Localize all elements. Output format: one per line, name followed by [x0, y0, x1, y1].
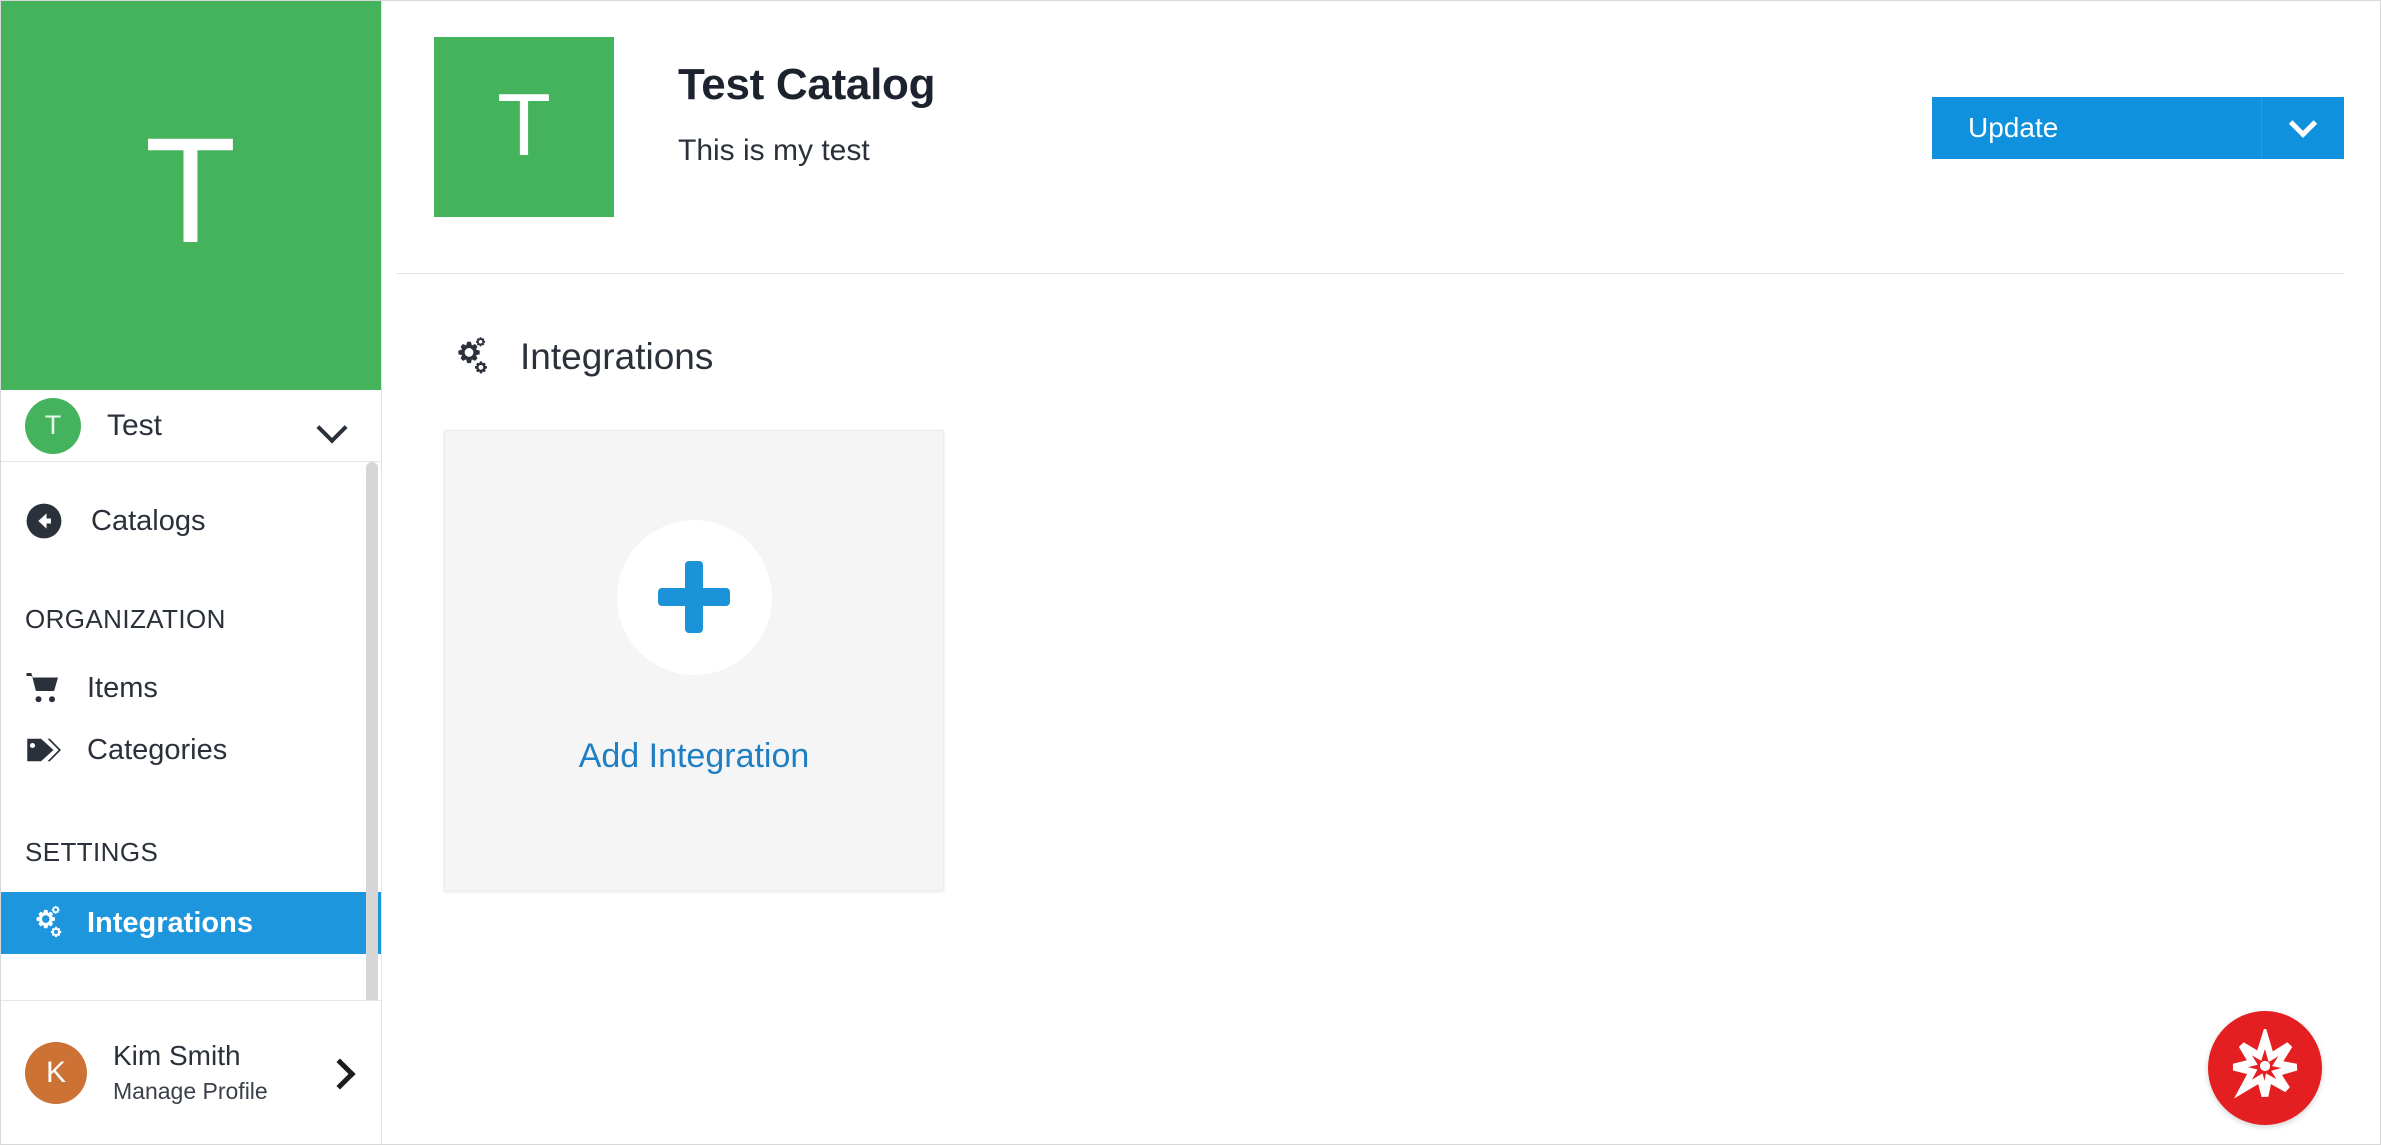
sidebar-item-catalogs[interactable]: Catalogs — [1, 490, 381, 552]
add-integration-card[interactable]: Add Integration — [444, 430, 944, 891]
sidebar-brand-block: T — [1, 1, 381, 390]
integrations-card-grid: Add Integration — [444, 430, 2328, 891]
update-button-label: Update — [1968, 112, 2059, 143]
section-title: Integrations — [520, 336, 714, 377]
sidebar-scrollbar-thumb[interactable] — [366, 462, 378, 1000]
sidebar-section-organization: ORGANIZATION — [25, 604, 226, 634]
sidebar-item-categories[interactable]: Categories — [1, 719, 381, 781]
org-avatar: T — [25, 397, 81, 454]
brand-letter: T — [144, 105, 238, 274]
gears-icon — [25, 904, 69, 942]
catalog-thumbnail-letter: T — [497, 75, 551, 174]
sidebar-item-label: Categories — [87, 733, 228, 766]
sidebar-item-label: Items — [87, 671, 158, 704]
add-integration-label: Add Integration — [578, 736, 810, 775]
sidebar: T T Test Catalogs ORGANIZATION Items Cat… — [1, 1, 382, 1144]
sidebar-item-label: Catalogs — [91, 504, 206, 537]
content-area: Integrations Add Integration — [382, 274, 2380, 891]
page-subtitle: This is my test — [678, 133, 870, 167]
chevron-down-icon[interactable] — [2262, 109, 2344, 138]
help-fab-button[interactable] — [2208, 1011, 2322, 1125]
sidebar-nav: Catalogs ORGANIZATION Items Categories S… — [1, 462, 381, 1000]
integrations-section-header: Integrations — [444, 334, 2328, 380]
app-window: T T Test Catalogs ORGANIZATION Items Cat… — [0, 0, 2381, 1145]
user-profile[interactable]: K Kim Smith Manage Profile — [1, 1000, 381, 1144]
arrow-circle-left-icon — [25, 502, 69, 540]
page-header: T Test Catalog This is my test Update — [382, 1, 2380, 274]
avatar: K — [25, 1041, 87, 1104]
chevron-down-icon[interactable] — [317, 411, 347, 441]
gears-icon — [444, 334, 490, 380]
sidebar-item-integrations[interactable]: Integrations — [1, 892, 381, 954]
sidebar-item-label: Integrations — [87, 906, 253, 939]
shopping-cart-icon — [25, 670, 69, 706]
manage-profile-label: Manage Profile — [113, 1078, 268, 1105]
asterisk-burst-icon — [2228, 1024, 2302, 1108]
catalog-thumbnail: T — [434, 37, 614, 217]
sidebar-item-items[interactable]: Items — [1, 657, 381, 719]
sidebar-section-settings: SETTINGS — [25, 837, 159, 867]
page-title: Test Catalog — [678, 60, 936, 109]
chevron-right-icon[interactable] — [327, 1060, 353, 1086]
user-name: Kim Smith — [113, 1040, 241, 1072]
plus-icon — [616, 519, 772, 675]
main-content: T Test Catalog This is my test Update In… — [382, 1, 2380, 1144]
org-switcher[interactable]: T Test — [1, 390, 381, 462]
org-name: Test — [107, 408, 163, 442]
tags-icon — [25, 732, 69, 768]
update-button[interactable]: Update — [1932, 97, 2344, 159]
